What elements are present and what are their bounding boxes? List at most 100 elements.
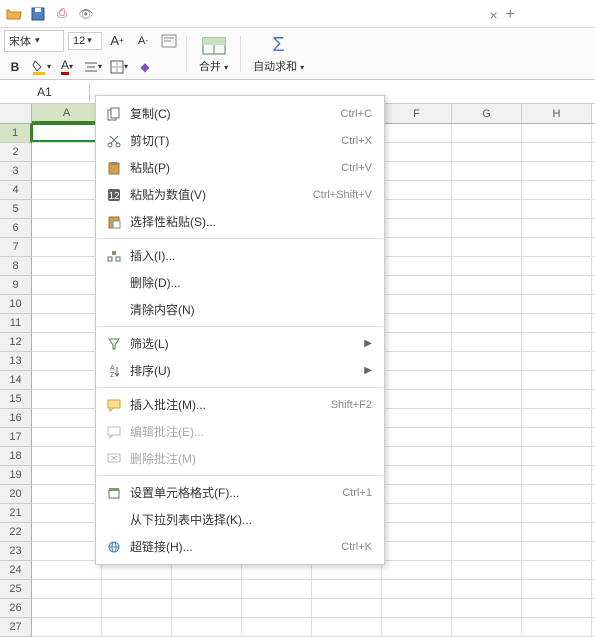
fill-color-button[interactable]: ▾ <box>30 56 52 78</box>
cell[interactable] <box>522 162 592 180</box>
cell[interactable] <box>382 390 452 408</box>
cell[interactable] <box>522 580 592 598</box>
cell[interactable] <box>32 428 102 446</box>
cell[interactable] <box>102 580 172 598</box>
border-button[interactable]: ▾ <box>108 56 130 78</box>
cell[interactable] <box>32 580 102 598</box>
cell[interactable] <box>172 599 242 617</box>
save-icon[interactable] <box>28 4 48 24</box>
cell[interactable] <box>522 238 592 256</box>
cell[interactable] <box>382 523 452 541</box>
row-header[interactable]: 11 <box>0 314 32 333</box>
cell[interactable] <box>32 162 102 180</box>
cell[interactable] <box>32 257 102 275</box>
row-header[interactable]: 1 <box>0 124 32 143</box>
font-size-select[interactable]: 12 ▾ <box>68 32 102 50</box>
cell[interactable] <box>452 371 522 389</box>
cell[interactable] <box>102 599 172 617</box>
row-header[interactable]: 22 <box>0 523 32 542</box>
cell[interactable] <box>452 561 522 579</box>
print-preview-icon[interactable]: 👁 <box>76 4 96 24</box>
cell[interactable] <box>522 200 592 218</box>
cell[interactable] <box>522 352 592 370</box>
cell[interactable] <box>452 466 522 484</box>
cell[interactable] <box>382 371 452 389</box>
decrease-font-button[interactable]: A- <box>132 30 154 52</box>
cell[interactable] <box>452 181 522 199</box>
cell[interactable] <box>522 390 592 408</box>
menu-item[interactable]: 筛选(L)▶ <box>96 330 384 357</box>
font-color-button[interactable]: A▾ <box>56 56 78 78</box>
cell[interactable] <box>382 276 452 294</box>
cell[interactable] <box>452 333 522 351</box>
row-header[interactable]: 9 <box>0 276 32 295</box>
cell[interactable] <box>522 295 592 313</box>
cell[interactable] <box>452 580 522 598</box>
align-button[interactable]: ▾ <box>82 56 104 78</box>
cell[interactable] <box>32 143 102 161</box>
row-header[interactable]: 20 <box>0 485 32 504</box>
autosum-button[interactable]: Σ 自动求和 ▾ <box>247 32 310 76</box>
row-header[interactable]: 12 <box>0 333 32 352</box>
cell[interactable] <box>32 504 102 522</box>
cell[interactable] <box>452 276 522 294</box>
cell[interactable] <box>452 124 522 142</box>
cell[interactable] <box>522 447 592 465</box>
cell[interactable] <box>452 390 522 408</box>
cell[interactable] <box>32 542 102 560</box>
cell[interactable] <box>382 314 452 332</box>
row-header[interactable]: 25 <box>0 580 32 599</box>
cell[interactable] <box>382 561 452 579</box>
cell[interactable] <box>382 219 452 237</box>
cell[interactable] <box>32 599 102 617</box>
cell[interactable] <box>382 542 452 560</box>
merge-button[interactable]: 合并 ▾ <box>193 32 234 76</box>
cell[interactable] <box>32 466 102 484</box>
row-header[interactable]: 7 <box>0 238 32 257</box>
cell[interactable] <box>522 181 592 199</box>
cell[interactable] <box>382 466 452 484</box>
cell[interactable] <box>312 618 382 636</box>
cell[interactable] <box>452 542 522 560</box>
row-header[interactable]: 6 <box>0 219 32 238</box>
cell[interactable] <box>32 200 102 218</box>
cell[interactable] <box>32 447 102 465</box>
cell[interactable] <box>32 409 102 427</box>
cell[interactable] <box>32 618 102 636</box>
cell[interactable] <box>32 352 102 370</box>
row-header[interactable]: 16 <box>0 409 32 428</box>
cell[interactable] <box>452 200 522 218</box>
select-all-corner[interactable] <box>0 104 32 123</box>
cell[interactable] <box>522 428 592 446</box>
menu-item[interactable]: 插入(I)... <box>96 242 384 269</box>
cell[interactable] <box>312 599 382 617</box>
cell[interactable] <box>522 409 592 427</box>
row-header[interactable]: 26 <box>0 599 32 618</box>
cell[interactable] <box>382 599 452 617</box>
cell[interactable] <box>382 162 452 180</box>
row-header[interactable]: 27 <box>0 618 32 637</box>
cell[interactable] <box>522 485 592 503</box>
cell[interactable] <box>452 485 522 503</box>
cell[interactable] <box>382 428 452 446</box>
cell[interactable] <box>382 352 452 370</box>
menu-item[interactable]: 插入批注(M)...Shift+F2 <box>96 391 384 418</box>
cell[interactable] <box>452 409 522 427</box>
cell[interactable] <box>382 124 452 142</box>
cell[interactable] <box>382 295 452 313</box>
row-header[interactable]: 18 <box>0 447 32 466</box>
cell[interactable] <box>522 523 592 541</box>
cell[interactable] <box>382 238 452 256</box>
cell[interactable] <box>452 523 522 541</box>
menu-item[interactable]: 从下拉列表中选择(K)... <box>96 506 384 533</box>
cell[interactable] <box>312 580 382 598</box>
cell[interactable] <box>452 428 522 446</box>
cell[interactable] <box>32 314 102 332</box>
row-header[interactable]: 2 <box>0 143 32 162</box>
name-box[interactable]: A1 <box>0 83 90 101</box>
row-header[interactable]: 13 <box>0 352 32 371</box>
cell[interactable] <box>102 618 172 636</box>
cell[interactable] <box>452 314 522 332</box>
menu-item[interactable]: 清除内容(N) <box>96 296 384 323</box>
increase-font-button[interactable]: A+ <box>106 30 128 52</box>
